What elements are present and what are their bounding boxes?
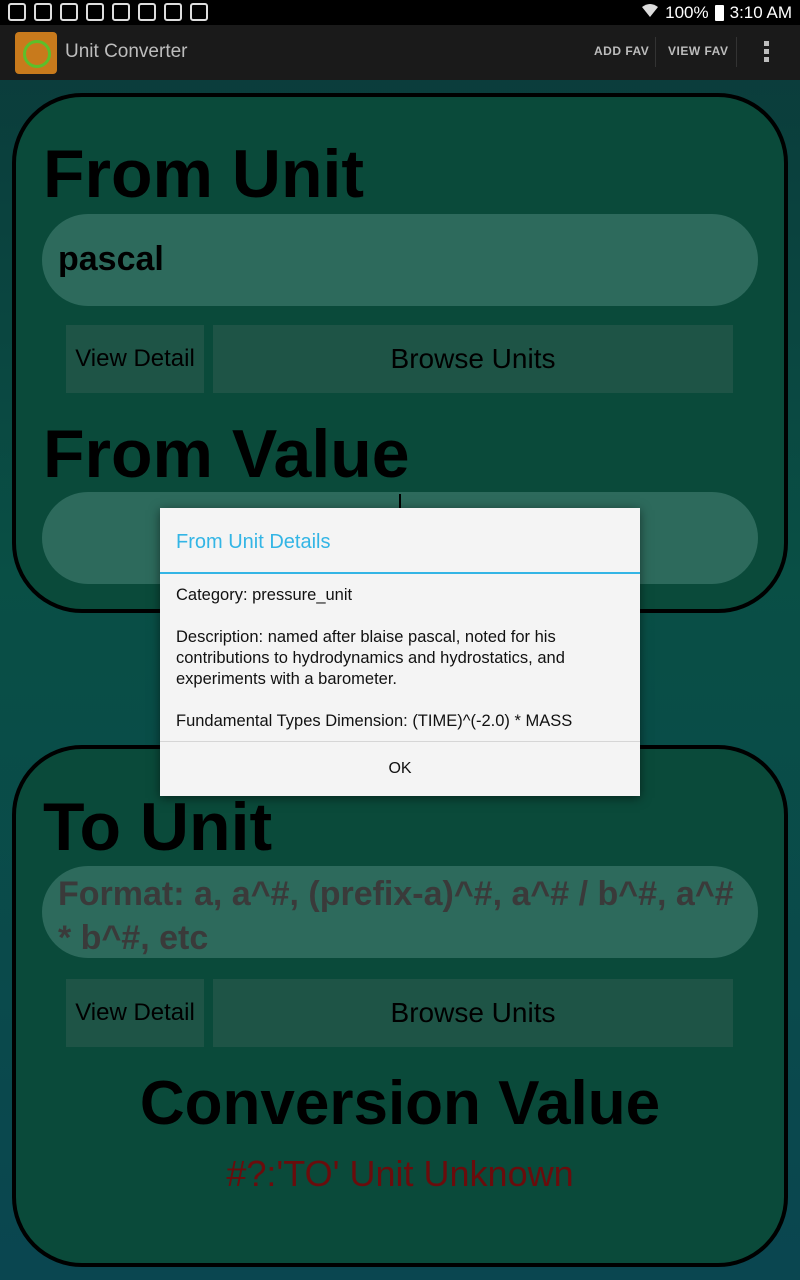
dialog-body: Category: pressure_unit Description: nam… (176, 585, 628, 753)
to-browse-units-button[interactable]: Browse Units (213, 979, 733, 1047)
dialog-category: Category: pressure_unit (176, 586, 353, 604)
dialog-title-divider (160, 572, 640, 574)
from-value-label: From Value (43, 416, 410, 492)
refresh-icon (164, 3, 182, 21)
from-unit-input[interactable]: pascal (42, 214, 758, 306)
battery-percent: 100% (665, 2, 709, 22)
app-logo-icon (15, 32, 57, 74)
bell-icon (60, 3, 78, 21)
dialog-description: Description: named after blaise pascal, … (176, 628, 565, 688)
to-view-detail-button[interactable]: View Detail (66, 979, 204, 1047)
dialog-title: From Unit Details (176, 531, 331, 553)
battery-icon (714, 4, 724, 21)
from-unit-value: pascal (58, 240, 164, 278)
action-bar: Unit Converter ADD FAV VIEW FAV (0, 25, 800, 80)
shield-icon (8, 3, 26, 21)
ok-button[interactable]: OK (160, 742, 640, 796)
text-cursor (399, 494, 401, 508)
overflow-menu-icon[interactable] (764, 41, 770, 65)
status-bar: 100% 3:10 AM (0, 0, 800, 25)
from-view-detail-button[interactable]: View Detail (66, 325, 204, 393)
clock: 3:10 AM (729, 2, 792, 22)
from-browse-units-button[interactable]: Browse Units (213, 325, 733, 393)
notification-icons (8, 3, 208, 21)
to-unit-input[interactable]: Format: a, a^#, (prefix-a)^#, a^# / b^#,… (42, 866, 758, 958)
divider (736, 37, 737, 67)
app-title: Unit Converter (65, 41, 188, 62)
divider (655, 37, 656, 67)
to-unit-label: To Unit (43, 789, 273, 865)
conversion-value-label: Conversion Value (139, 1069, 661, 1138)
image-icon (112, 3, 130, 21)
gmail-icon (34, 3, 52, 21)
from-unit-label: From Unit (43, 136, 365, 212)
status-right: 100% 3:10 AM (641, 2, 792, 23)
unit-details-dialog: From Unit Details Category: pressure_uni… (160, 508, 640, 796)
add-fav-button[interactable]: ADD FAV (594, 44, 649, 58)
conversion-value-text: #?:'TO' Unit Unknown (226, 1153, 574, 1194)
magnet-icon (138, 3, 156, 21)
wifi-icon (641, 2, 659, 23)
view-fav-button[interactable]: VIEW FAV (668, 44, 728, 58)
to-unit-placeholder: Format: a, a^#, (prefix-a)^#, a^# / b^#,… (58, 875, 734, 957)
briefcase-icon (190, 3, 208, 21)
dialog-dimension: Fundamental Types Dimension: (TIME)^(-2.… (176, 712, 573, 730)
smiley-icon (86, 3, 104, 21)
